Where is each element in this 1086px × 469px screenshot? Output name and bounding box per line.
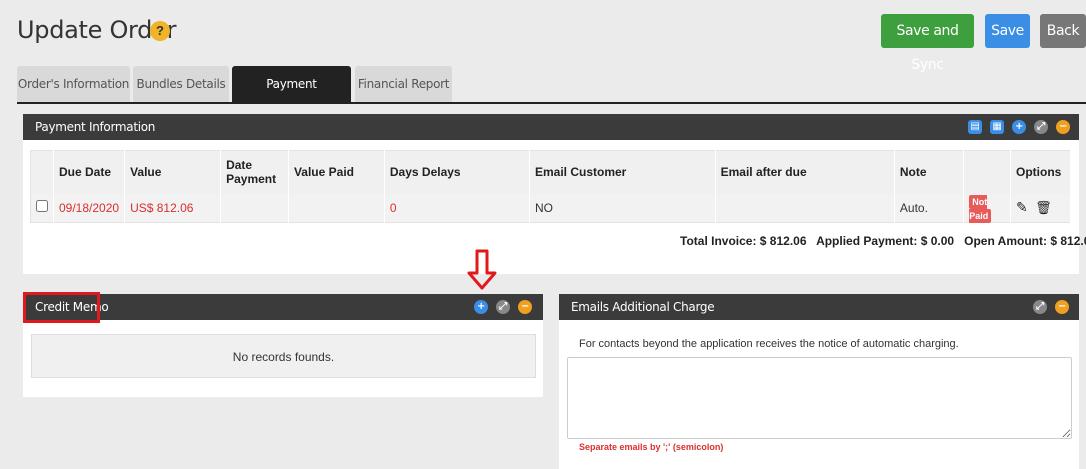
- emails-panel-header: Emails Additional Charge ⤢ −: [559, 294, 1079, 320]
- tab-payment-information[interactable]: Payment Information: [232, 66, 351, 127]
- days-delays-cell: 0: [384, 193, 530, 222]
- credit-memo-empty-state: No records founds.: [31, 334, 536, 378]
- emails-hint: Separate emails by ';' (semicolon): [579, 442, 724, 452]
- arrow-down-icon: [467, 249, 497, 290]
- options-cell: ✎ 🗑: [1010, 193, 1071, 222]
- due-date-cell: 09/18/2020: [53, 193, 126, 222]
- row-checkbox[interactable]: [36, 200, 48, 212]
- highlight-box: [23, 292, 100, 323]
- add-credit-memo-icon[interactable]: +: [474, 300, 488, 314]
- payment-panel-title: Payment Information: [35, 120, 156, 134]
- add-icon[interactable]: +: [1012, 120, 1026, 134]
- tab-bundles-details[interactable]: Bundles Details: [133, 66, 229, 102]
- table-icon[interactable]: ▦: [990, 120, 1004, 134]
- email-after-due-cell: [715, 193, 895, 222]
- column-header-due-date: Due Date: [53, 150, 126, 194]
- status-cell: Not Paid: [963, 193, 1011, 223]
- emails-textarea[interactable]: [567, 357, 1072, 439]
- table-row: 09/18/2020 US$ 812.06 0 NO Auto. Not Pai…: [30, 193, 1071, 223]
- column-header-email-customer: Email Customer: [529, 150, 716, 194]
- value-cell: US$ 812.06: [124, 193, 222, 222]
- trash-icon[interactable]: 🗑: [1035, 200, 1052, 215]
- column-header-options: Options: [1010, 150, 1071, 194]
- column-header-note: Note: [894, 150, 965, 194]
- help-icon[interactable]: ?: [150, 21, 170, 41]
- total-invoice: Total Invoice: $ 812.06: [680, 234, 807, 248]
- credit-memo-header: Credit Memo + ⤢ −: [23, 294, 543, 320]
- applied-payment: Applied Payment: $ 0.00: [816, 234, 955, 248]
- collapse-icon[interactable]: −: [1055, 300, 1069, 314]
- row-select-cell: [30, 193, 54, 222]
- column-header-email-after-due: Email after due: [715, 150, 895, 194]
- column-header-date-payment: Date Payment: [220, 150, 289, 194]
- collapse-icon[interactable]: −: [1056, 120, 1070, 134]
- status-badge: Not Paid: [969, 194, 992, 223]
- expand-icon[interactable]: ⤢: [1033, 300, 1047, 314]
- payment-table: Due Date Value Date Payment Value Paid D…: [30, 150, 1071, 223]
- tab-financial-report[interactable]: Financial Report: [355, 66, 452, 102]
- date-payment-cell: [220, 193, 289, 222]
- open-amount: Open Amount: $ 812.06: [964, 234, 1086, 248]
- select-column-header: [30, 150, 54, 194]
- collapse-icon[interactable]: −: [518, 300, 532, 314]
- column-header-value: Value: [124, 150, 222, 194]
- note-cell: Auto.: [894, 193, 965, 222]
- column-header-status: [963, 150, 1011, 194]
- save-and-sync-button[interactable]: Save and Sync: [881, 14, 974, 73]
- tab-orders-information[interactable]: Order's Information: [17, 66, 130, 102]
- save-button[interactable]: Save: [985, 14, 1030, 48]
- value-paid-cell: [288, 193, 385, 222]
- back-button[interactable]: Back: [1040, 14, 1086, 48]
- print-icon[interactable]: ▤: [968, 120, 982, 134]
- emails-panel-title: Emails Additional Charge: [571, 300, 715, 314]
- column-header-value-paid: Value Paid: [288, 150, 385, 194]
- payment-totals: Total Invoice: $ 812.06 Applied Payment:…: [680, 234, 1086, 248]
- emails-note: For contacts beyond the application rece…: [579, 338, 959, 350]
- edit-icon[interactable]: ✎: [1016, 199, 1028, 215]
- table-header-row: Due Date Value Date Payment Value Paid D…: [30, 150, 1071, 194]
- expand-icon[interactable]: ⤢: [496, 300, 510, 314]
- column-header-days-delays: Days Delays: [384, 150, 530, 194]
- payment-panel-header: Payment Information ▤ ▦ + ⤢ −: [23, 114, 1079, 140]
- email-customer-cell: NO: [529, 193, 716, 222]
- tab-underline: [17, 102, 1086, 104]
- expand-icon[interactable]: ⤢: [1034, 120, 1048, 134]
